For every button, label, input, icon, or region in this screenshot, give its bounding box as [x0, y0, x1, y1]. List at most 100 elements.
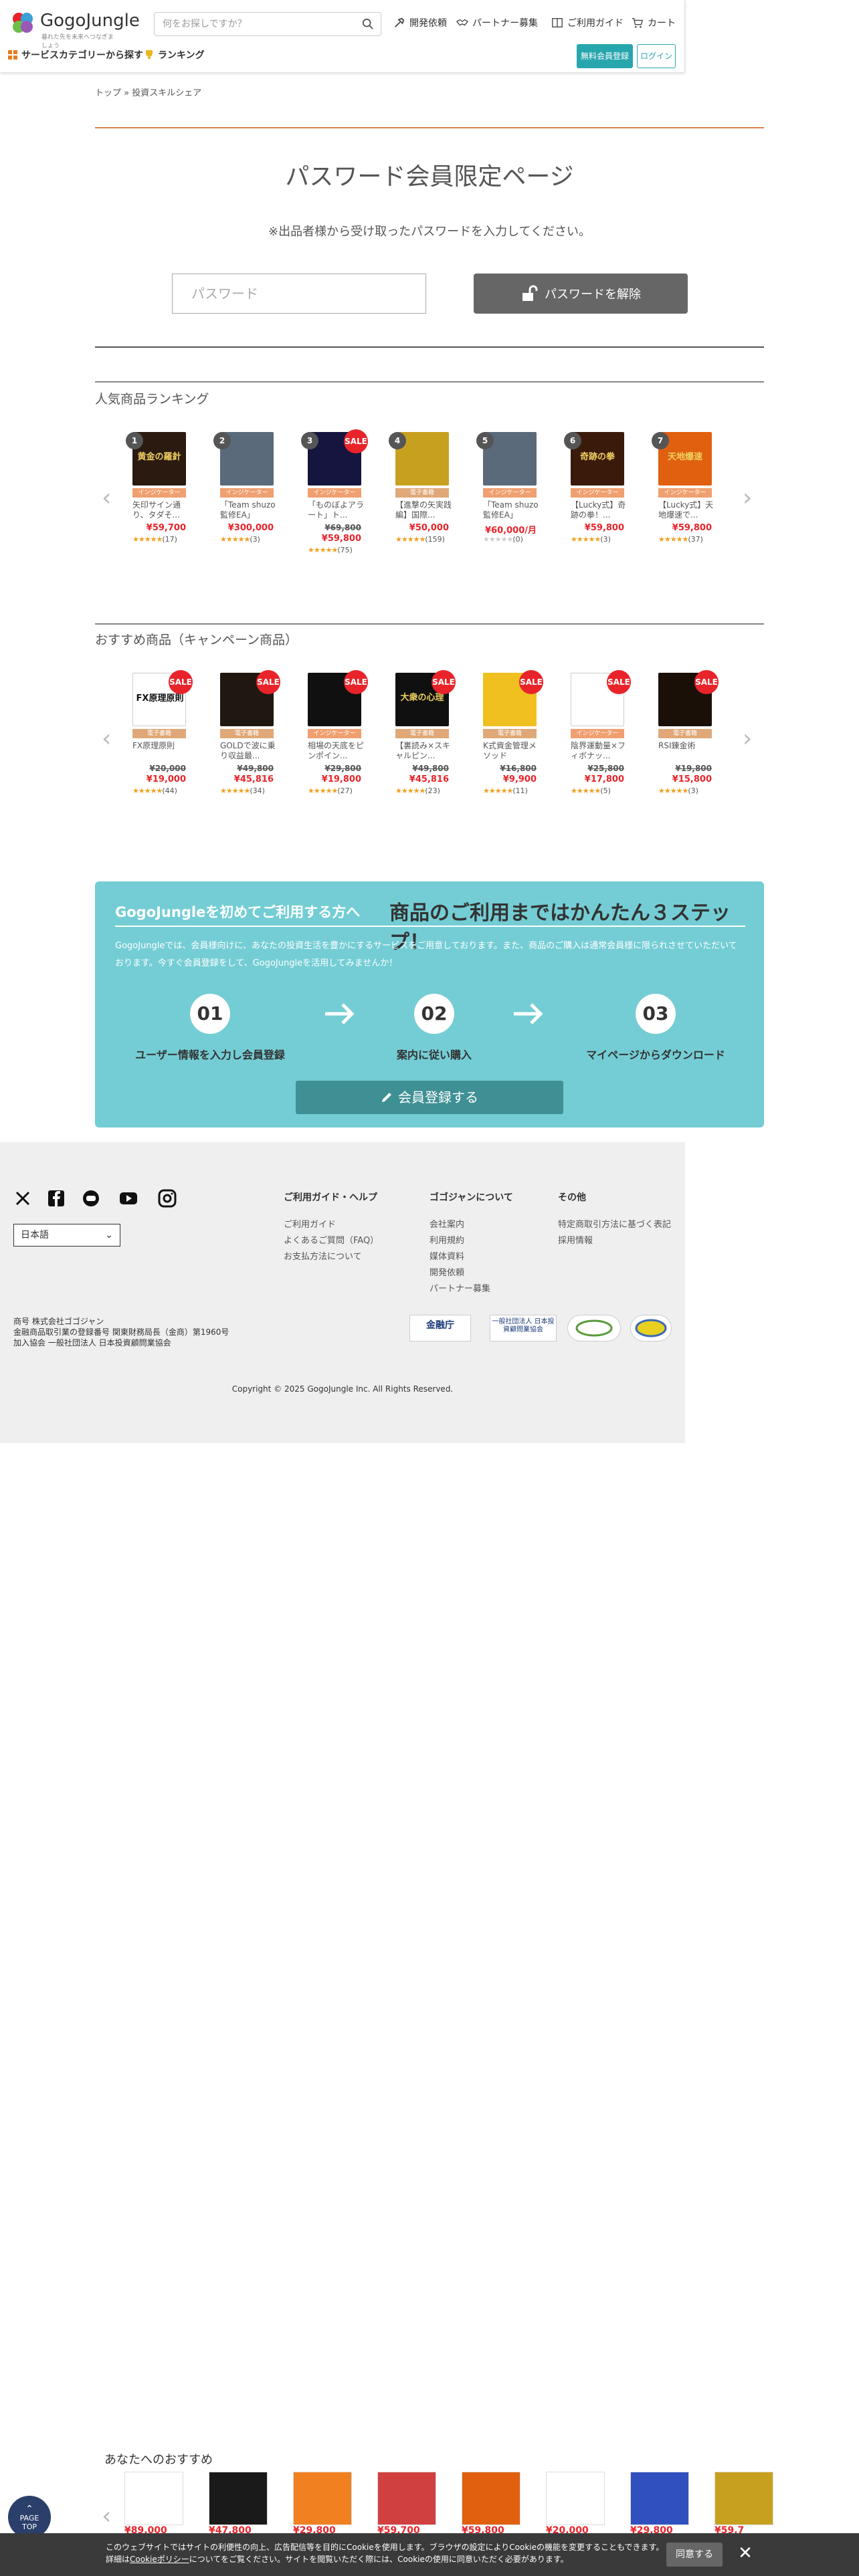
product-card[interactable]: 大衆の心理 SALE 電子書籍 【裏読み×スキャルピン... ¥49,800 ¥45,81… [389, 670, 456, 795]
product-card[interactable]: 5 インジケーター 「Team shuzo監修EA」 ¥60,000/月 ★★★★★(… [476, 432, 541, 546]
recommend-item[interactable]: ¥29,800 [293, 2472, 352, 2539]
nav-dev-request[interactable]: 開発依頼 [393, 16, 447, 29]
signup-button[interactable]: 会員登録する [296, 1081, 563, 1114]
carousel-prev-icon[interactable]: ‹ [102, 2502, 111, 2530]
nav-partner[interactable]: パートナー募集 [456, 16, 538, 29]
footer-link[interactable]: 媒体資料 [430, 1249, 464, 1262]
nav-guide[interactable]: ご利用ガイド [551, 16, 624, 29]
youtube-icon[interactable] [119, 1189, 138, 1208]
product-card[interactable]: SALE インジケーター 陰界運動量×フィボナッ... ¥25,800 ¥17,800 ★… [564, 670, 631, 795]
rating-stars: ★★★★★(5) [571, 786, 611, 795]
site-footer: 日本語 ⌄ ご利用ガイド・ヘルプ ご利用ガイド よくあるご質問（FAQ） お支払… [0, 1142, 685, 1443]
sale-badge: SALE [694, 670, 719, 694]
footer-link[interactable]: 採用情報 [558, 1233, 593, 1246]
recommend-item[interactable]: ¥47,800 [209, 2472, 268, 2539]
product-image-text: 天地爆速 [667, 452, 702, 462]
breadcrumb[interactable]: トップ » 投資スキルシェア [95, 86, 201, 98]
product-image [630, 2472, 689, 2525]
recommend-item[interactable]: ¥20,000 [546, 2472, 605, 2539]
product-card[interactable]: 6 奇跡の拳 インジケーター 【Lucky式】奇跡の拳！... ¥59,800 ★★★★… [564, 432, 628, 546]
language-select[interactable]: 日本語 ⌄ [13, 1224, 120, 1247]
site-header: GogoJungle 暮れた先を未来へつなぎましょう 何をお探しですか？ 開発依… [0, 0, 685, 72]
product-card[interactable]: SALE 電子書籍 GOLDで波に乗り収益最... ¥49,800 ¥45,816 ★★★… [213, 670, 280, 795]
product-card[interactable]: SALE 電子書籍 K式資金管理メソッド ¥16,800 ¥9,900 ★★★★★(11) [476, 670, 543, 795]
recommend-item[interactable]: ¥89,000 [124, 2472, 183, 2539]
product-name: 「Team shuzo監修EA」 [483, 500, 539, 520]
footer-link[interactable]: お支払方法について [284, 1249, 362, 1262]
footer-col-title: その他 [558, 1192, 586, 1203]
search-input[interactable]: 何をお探しですか？ [154, 12, 381, 36]
category-tag: 電子書籍 [395, 729, 449, 738]
product-card[interactable]: SALE インジケーター 相場の天底をピンポイン... ¥29,800 ¥19,800 ★… [301, 670, 368, 795]
product-card[interactable]: 2 インジケーター 「Team shuzo監修EA」 ¥300,000 ★★★★★(3… [213, 432, 278, 546]
footer-link[interactable]: パートナー募集 [430, 1281, 490, 1294]
unlock-button[interactable]: パスワードを解除 [474, 274, 688, 314]
product-card[interactable]: FX原理原則 SALE 電子書籍 FX原理原則 ¥20,000 ¥19,000 ★★★★★(… [126, 670, 193, 795]
original-price: ¥49,800 [237, 764, 274, 773]
cert-logo-icon [575, 1319, 613, 1337]
banner-heading: GogoJungleを初めてご利用する方へ [115, 904, 361, 920]
nav-cart[interactable]: カート [632, 16, 676, 29]
password-input[interactable]: パスワード [172, 274, 426, 314]
cookie-line: このウェブサイトではサイトの利便性の向上、広告配信等を目的にCookieを使用し… [106, 2543, 664, 2552]
product-card[interactable]: 4 電子書籍 【進撃の矢実践編】国際... ¥50,000 ★★★★★(159) [389, 432, 453, 546]
unlock-icon [522, 285, 538, 301]
recommend-item[interactable]: ¥29,800 [630, 2472, 689, 2539]
product-image [377, 2472, 436, 2525]
sale-badge: SALE [607, 670, 631, 694]
footer-link[interactable]: ご利用ガイド [284, 1217, 336, 1230]
product-name: 【進撃の矢実践編】国際... [395, 500, 452, 520]
recommend-item[interactable]: ¥59,700 [377, 2472, 436, 2539]
review-count: (37) [688, 535, 703, 544]
rating-stars: ★★★★★(0) [483, 535, 523, 544]
rating-stars: ★★★★★(37) [658, 535, 703, 544]
product-card[interactable]: SALE 電子書籍 RSI錬金術 ¥19,800 ¥15,800 ★★★★★(3) [652, 670, 719, 795]
review-count: (3) [688, 786, 698, 795]
sale-badge: SALE [519, 670, 543, 694]
carousel-next-icon[interactable]: › [743, 725, 752, 752]
rating-stars: ★★★★★(27) [308, 786, 353, 795]
cookie-policy-link[interactable]: Cookieポリシー [130, 2555, 189, 2564]
review-count: (3) [600, 535, 611, 544]
facebook-icon[interactable] [47, 1189, 66, 1208]
carousel-next-icon[interactable]: › [743, 484, 752, 512]
instagram-icon[interactable] [158, 1189, 177, 1208]
nav-label: ご利用ガイド [567, 18, 624, 29]
site-logo[interactable]: GogoJungle 暮れた先を未来へつなぎましょう [9, 8, 140, 49]
ranking-link[interactable]: ランキング [145, 48, 205, 62]
rank-badge: 7 [652, 432, 669, 449]
rank-badge: 5 [476, 432, 494, 449]
recommend-item[interactable]: ¥59,800 [462, 2472, 520, 2539]
sale-badge: SALE [432, 670, 456, 694]
footer-link[interactable]: よくあるご質問（FAQ） [284, 1233, 379, 1246]
category-tag: インジケーター [308, 488, 361, 498]
category-tag: インジケーター [658, 488, 712, 498]
page-top-button[interactable]: ⌃ PAGE TOP [8, 2496, 51, 2539]
review-count: (17) [162, 535, 177, 544]
recommend-item[interactable]: ¥59,7 [714, 2472, 773, 2539]
register-button[interactable]: 無料会員登録 [577, 44, 633, 68]
login-button[interactable]: ログイン [637, 44, 676, 68]
footer-link[interactable]: 開発依頼 [430, 1265, 464, 1278]
association-badge[interactable]: 一般社団法人 日本投資顧問業協会 [490, 1315, 557, 1341]
review-count: (34) [250, 786, 265, 795]
footer-link[interactable]: 利用規約 [430, 1233, 464, 1246]
footer-link[interactable]: 会社案内 [430, 1217, 464, 1230]
product-card[interactable]: 1 黄金の羅針 インジケーター 矢印サイン通り、タダそ... ¥59,700 ★★★★★… [126, 432, 190, 546]
carousel-prev-icon[interactable]: ‹ [102, 484, 111, 512]
category-tag: インジケーター [220, 488, 274, 498]
close-icon[interactable]: ✕ [735, 2543, 756, 2564]
search-icon[interactable] [362, 18, 374, 30]
product-name: 「Team shuzo監修EA」 [220, 500, 276, 520]
product-card[interactable]: 7 天地爆速 インジケーター 【Lucky式】天地爆速で... ¥59,800 ★★★★… [652, 432, 716, 546]
line-icon[interactable] [82, 1189, 100, 1208]
fsa-badge[interactable]: 金融庁 [409, 1315, 471, 1341]
x-icon[interactable] [13, 1189, 32, 1208]
cookie-accept-button[interactable]: 同意する [666, 2543, 723, 2567]
chevron-up-icon: ⌃ [25, 2504, 33, 2514]
category-menu[interactable]: サービスカテゴリーから探す [8, 48, 143, 62]
step-number: 01 [190, 994, 230, 1034]
footer-link[interactable]: 特定商取引方法に基づく表記 [558, 1217, 671, 1230]
carousel-prev-icon[interactable]: ‹ [102, 725, 111, 752]
product-card[interactable]: 3 SALE インジケーター 「ものぼよアラート」ト... ¥69,800 ¥59,80… [301, 429, 368, 554]
